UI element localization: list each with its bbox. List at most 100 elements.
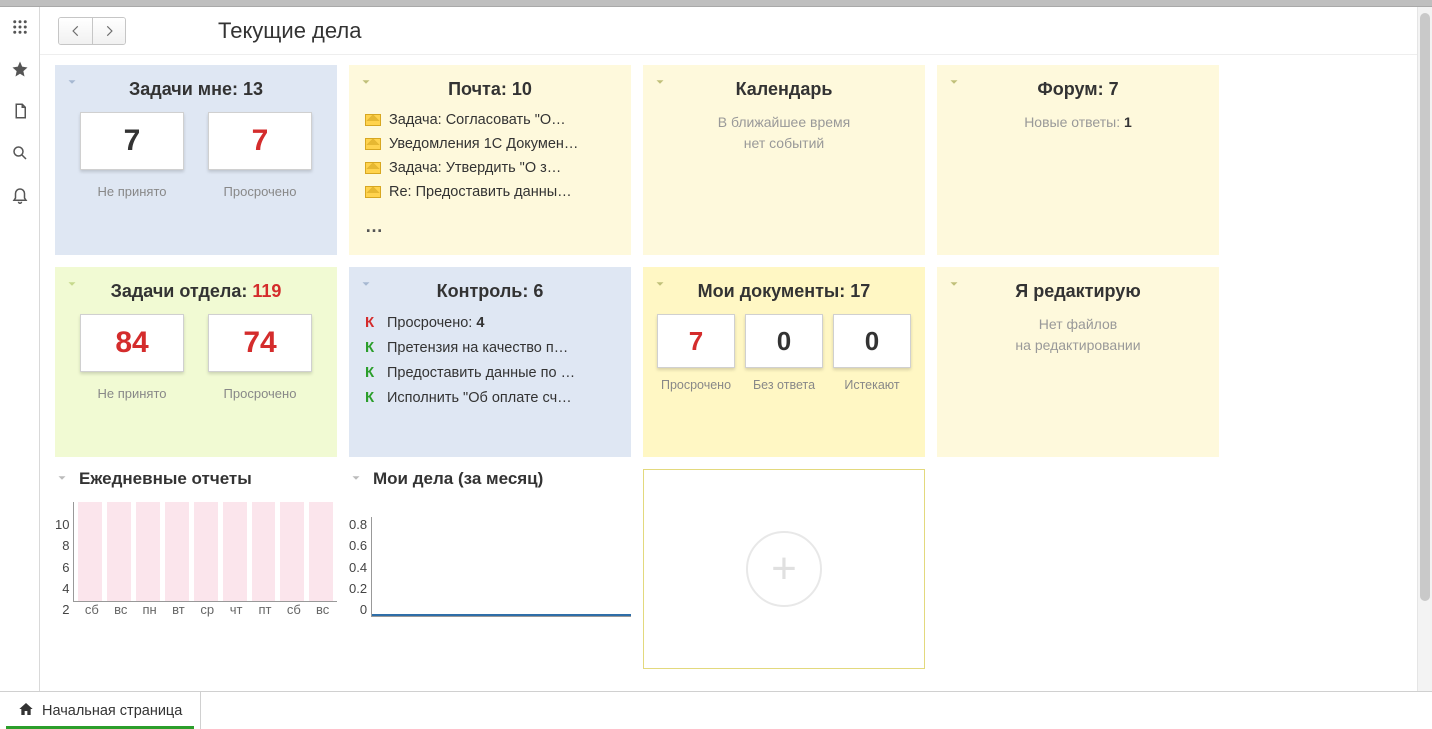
left-sidebar: [0, 7, 40, 691]
star-icon[interactable]: [10, 59, 30, 79]
tile-value: 0: [833, 314, 911, 368]
tile-label: Истекают: [833, 378, 911, 392]
tile-overdue[interactable]: 7 Просрочено: [208, 112, 312, 199]
tile-label: Не принято: [80, 184, 184, 199]
control-item[interactable]: КПредоставить данные по …: [365, 364, 615, 381]
widget-tasks-dept: Задачи отдела: 119 84 Не принято 74 Прос…: [55, 267, 337, 457]
page-header: Текущие дела: [40, 7, 1417, 55]
widget-title: Задачи отдела: 119: [71, 281, 321, 302]
widget-my-docs: Мои документы: 17 7 Просрочено 0 Без отв…: [643, 267, 925, 457]
chevron-down-icon[interactable]: [55, 471, 69, 488]
forward-button[interactable]: [92, 18, 125, 44]
mail-item[interactable]: Задача: Утвердить "О з…: [365, 160, 615, 176]
tile-not-accepted[interactable]: 7 Не принято: [80, 112, 184, 199]
bar: [107, 502, 131, 601]
mail-item[interactable]: Уведомления 1С Докумен…: [365, 136, 615, 152]
chevron-down-icon[interactable]: [653, 277, 667, 294]
tile-overdue[interactable]: 7 Просрочено: [657, 314, 735, 392]
tile-label: Не принято: [80, 386, 184, 401]
envelope-icon: [365, 186, 381, 198]
tile-label: Просрочено: [657, 378, 735, 392]
bar: [136, 502, 160, 601]
chevron-down-icon[interactable]: [359, 277, 373, 294]
chevron-down-icon[interactable]: [947, 75, 961, 92]
more-link[interactable]: …: [365, 216, 615, 237]
mail-item[interactable]: Задача: Согласовать "О…: [365, 112, 615, 128]
plus-icon: +: [746, 531, 822, 607]
envelope-icon: [365, 162, 381, 174]
envelope-icon: [365, 114, 381, 126]
widget-title: Почта: 10: [365, 79, 615, 100]
k-icon: К: [365, 364, 379, 381]
widget-calendar: Календарь В ближайшее время нет событий: [643, 65, 925, 255]
window-titlebar: [0, 0, 1432, 7]
vertical-scrollbar[interactable]: [1417, 7, 1432, 691]
tile-label: Без ответа: [745, 378, 823, 392]
tile-value: 7: [657, 314, 735, 368]
home-icon: [18, 701, 34, 721]
bar: [223, 502, 247, 601]
widget-control: Контроль: 6 КПросрочено: 4 КПретензия на…: [349, 267, 631, 457]
tile-value: 7: [80, 112, 184, 170]
tile-value: 84: [80, 314, 184, 372]
history-nav: [58, 17, 126, 45]
widget-forum: Форум: 7 Новые ответы: 1: [937, 65, 1219, 255]
widget-title: Контроль: 6: [365, 281, 615, 302]
back-button[interactable]: [59, 18, 92, 44]
add-widget-button[interactable]: +: [643, 469, 925, 669]
bell-icon[interactable]: [10, 185, 30, 205]
tile-not-accepted[interactable]: 84 Не принято: [80, 314, 184, 401]
control-item[interactable]: КПретензия на качество п…: [365, 339, 615, 356]
empty-note: Нет файлов на редактировании: [953, 314, 1203, 356]
tile-value: 74: [208, 314, 312, 372]
empty-note: В ближайшее время нет событий: [659, 112, 909, 154]
chevron-down-icon[interactable]: [65, 277, 79, 294]
chevron-down-icon[interactable]: [65, 75, 79, 92]
scrollbar-thumb[interactable]: [1420, 13, 1430, 601]
mail-item[interactable]: Re: Предоставить данны…: [365, 184, 615, 200]
footer-tabs: Начальная страница: [0, 691, 1432, 729]
widget-title: Задачи мне: 13: [71, 79, 321, 100]
widget-title: Форум: 7: [953, 79, 1203, 100]
tile-expiring[interactable]: 0 Истекают: [833, 314, 911, 392]
page-title: Текущие дела: [218, 18, 361, 44]
chevron-down-icon[interactable]: [653, 75, 667, 92]
widget-title: Мои дела (за месяц): [373, 469, 543, 489]
apps-grid-icon[interactable]: [10, 17, 30, 37]
forum-answers[interactable]: Новые ответы: 1: [953, 112, 1203, 133]
tile-label: Просрочено: [208, 184, 312, 199]
tile-label: Просрочено: [208, 386, 312, 401]
tile-overdue[interactable]: 74 Просрочено: [208, 314, 312, 401]
widget-my-deals: Мои дела (за месяц) 0.80.60.40.20: [349, 469, 631, 669]
tile-no-answer[interactable]: 0 Без ответа: [745, 314, 823, 392]
line-chart: 0.80.60.40.20: [349, 497, 631, 617]
bar-chart: 108642 сбвспнвтсрчтптсбвс: [55, 497, 337, 617]
bar: [309, 502, 333, 601]
tile-value: 7: [208, 112, 312, 170]
bar: [252, 502, 276, 601]
bar: [280, 502, 304, 601]
chevron-down-icon[interactable]: [349, 471, 363, 488]
widget-title: Ежедневные отчеты: [79, 469, 252, 489]
bar: [194, 502, 218, 601]
envelope-icon: [365, 138, 381, 150]
bar: [165, 502, 189, 601]
widget-editing: Я редактирую Нет файлов на редактировани…: [937, 267, 1219, 457]
tile-value: 0: [745, 314, 823, 368]
control-item[interactable]: КИсполнить "Об оплате сч…: [365, 389, 615, 406]
widget-title: Я редактирую: [953, 281, 1203, 302]
widget-mail: Почта: 10 Задача: Согласовать "О… Уведом…: [349, 65, 631, 255]
tab-home[interactable]: Начальная страница: [0, 692, 201, 729]
control-item[interactable]: КПросрочено: 4: [365, 314, 615, 331]
search-icon[interactable]: [10, 143, 30, 163]
widget-title: Календарь: [659, 79, 909, 100]
tab-label: Начальная страница: [42, 703, 182, 719]
chevron-down-icon[interactable]: [359, 75, 373, 92]
widget-title: Мои документы: 17: [659, 281, 909, 302]
widget-daily-reports: Ежедневные отчеты 108642 сбвспнвтсрчтптс…: [55, 469, 337, 669]
k-icon: К: [365, 339, 379, 356]
k-icon: К: [365, 389, 379, 406]
document-icon[interactable]: [10, 101, 30, 121]
widget-tasks-me: Задачи мне: 13 7 Не принято 7 Просрочено: [55, 65, 337, 255]
chevron-down-icon[interactable]: [947, 277, 961, 294]
